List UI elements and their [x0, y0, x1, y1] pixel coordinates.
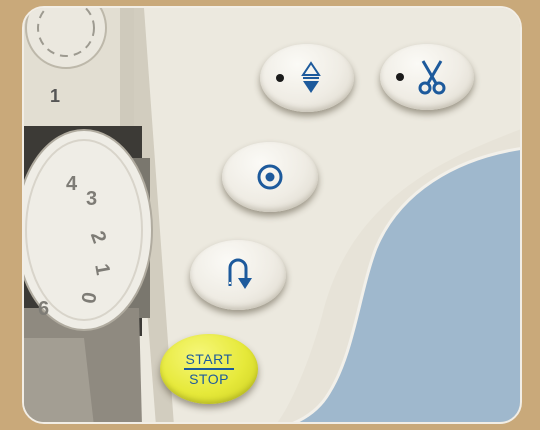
reverse-arrow-icon: [228, 258, 252, 292]
scissors-icon: [418, 60, 446, 95]
auto-lock-button[interactable]: [222, 142, 318, 212]
reverse-stitch-button[interactable]: [190, 240, 286, 310]
dial-mark: 4: [66, 173, 78, 195]
indicator-dot: [396, 73, 404, 81]
dial-mark: 1: [50, 86, 61, 106]
label-divider: [184, 368, 234, 370]
dial-mark: 6: [38, 298, 50, 320]
stop-label: STOP: [189, 370, 229, 387]
needle-up-down-icon: [301, 61, 321, 93]
thread-cutter-button[interactable]: [380, 44, 474, 110]
needle-position-button[interactable]: [260, 44, 354, 112]
photo-frame: 1 4 3 2 1 0 6 START STOP: [22, 6, 522, 424]
start-stop-button[interactable]: START STOP: [160, 334, 258, 404]
target-circle-icon: [257, 164, 283, 190]
dial-mark: 3: [86, 188, 98, 210]
indicator-dot: [276, 74, 284, 82]
start-label: START: [185, 351, 233, 368]
